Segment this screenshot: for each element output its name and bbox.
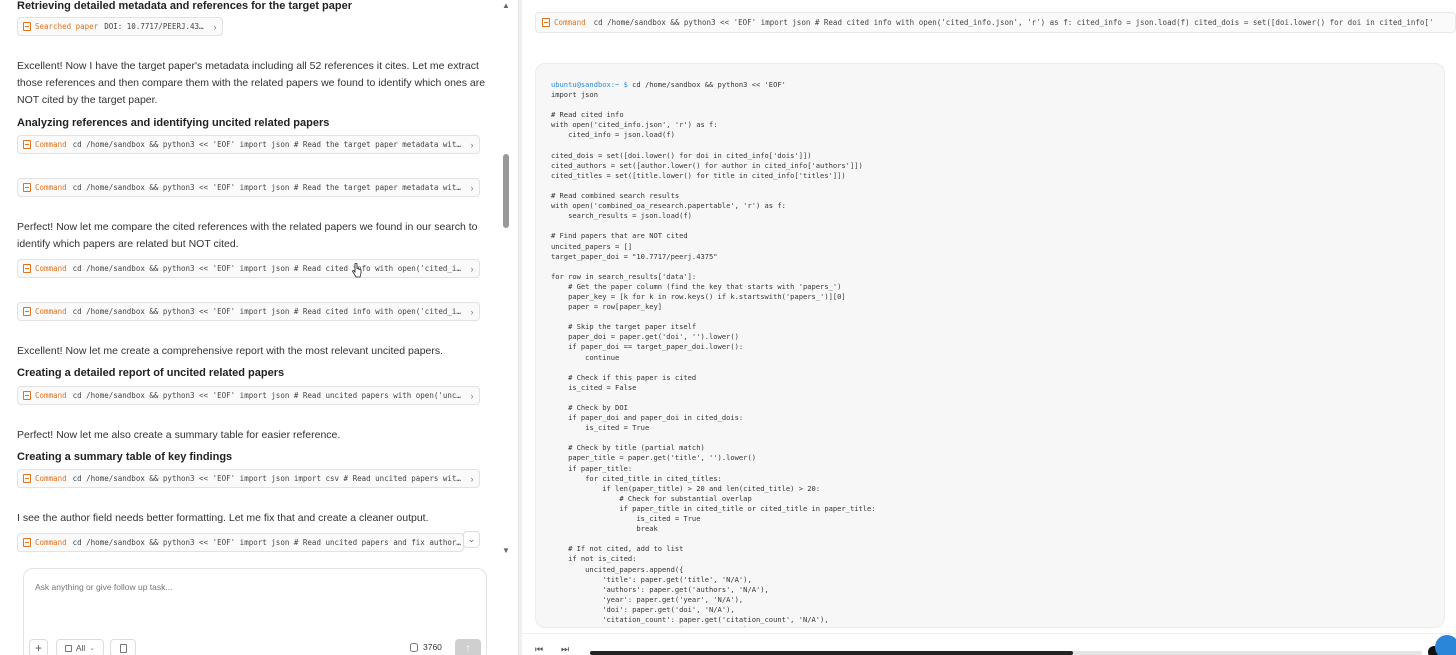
- terminal-icon: [23, 264, 31, 273]
- skip-forward-icon[interactable]: ⏭: [561, 644, 569, 655]
- chat-panel: Retrieving detailed metadata and referen…: [0, 0, 512, 655]
- chip-value: cd /home/sandbox && python3 << 'EOF' imp…: [593, 18, 1434, 27]
- scroll-to-bottom-button[interactable]: ⌄: [463, 531, 480, 548]
- playback-bar: ⏮ ⏭: [522, 633, 1456, 655]
- feed-scrollbar[interactable]: [500, 0, 512, 558]
- follow-up-input[interactable]: [35, 582, 465, 592]
- chip-kind: Command: [554, 18, 586, 27]
- chip-value: cd /home/sandbox && python3 << 'EOF' imp…: [72, 140, 465, 149]
- composer: + All ⌄ 3760 ↑: [23, 568, 487, 655]
- scroll-up-arrow-icon[interactable]: ▲: [502, 2, 510, 10]
- chip-kind: Command: [35, 307, 67, 316]
- command-chip[interactable]: Command cd /home/sandbox && python3 << '…: [17, 135, 480, 154]
- chevron-right-icon: ›: [470, 139, 474, 150]
- add-button[interactable]: +: [29, 639, 48, 655]
- token-count: 3760: [423, 642, 442, 652]
- chevron-right-icon: ›: [470, 263, 474, 274]
- assistant-message: Excellent! Now let me create a comprehen…: [17, 345, 444, 357]
- terminal-icon: [23, 307, 31, 316]
- chip-value: cd /home/sandbox && python3 << 'EOF' imp…: [72, 391, 465, 400]
- assistant-fab-icon[interactable]: [1435, 635, 1456, 655]
- chip-value: cd /home/sandbox && python3 << 'EOF' imp…: [72, 183, 465, 192]
- computer-panel: Command cd /home/sandbox && python3 << '…: [522, 0, 1456, 655]
- command-chip[interactable]: Command cd /home/sandbox && python3 << '…: [17, 302, 480, 321]
- token-counter: 3760: [410, 642, 442, 652]
- searched-paper-chip[interactable]: Searched paper DOI: 10.7717/PEERJ.4375 ›: [17, 17, 223, 36]
- chevron-right-icon: ›: [470, 473, 474, 484]
- chip-kind: Searched paper: [35, 22, 99, 31]
- terminal-code: cd /home/sandbox && python3 << 'EOF' imp…: [551, 80, 876, 627]
- chip-value: cd /home/sandbox && python3 << 'EOF' imp…: [72, 538, 463, 547]
- terminal-icon: [23, 183, 31, 192]
- playback-progress-fill: [590, 651, 1073, 655]
- attach-file-button[interactable]: [110, 639, 136, 655]
- command-chip[interactable]: Command cd /home/sandbox && python3 << '…: [17, 178, 480, 197]
- chip-kind: Command: [35, 183, 67, 192]
- terminal-icon: [23, 474, 31, 483]
- terminal-text: ubuntu@sandbox:~ $ cd /home/sandbox && p…: [551, 80, 876, 627]
- chip-kind: Command: [35, 140, 67, 149]
- step-title: Creating a detailed report of uncited re…: [17, 367, 285, 379]
- scroll-down-arrow-icon[interactable]: ▼: [502, 547, 510, 555]
- terminal-prompt: ubuntu@sandbox:~ $: [551, 80, 628, 89]
- terminal-icon: [23, 538, 31, 547]
- chip-value: DOI: 10.7717/PEERJ.4375: [104, 22, 208, 31]
- chevron-right-icon: ›: [470, 306, 474, 317]
- command-chip[interactable]: Command cd /home/sandbox && python3 << '…: [17, 259, 480, 278]
- send-button[interactable]: ↑: [455, 639, 481, 655]
- step-title: Analyzing references and identifying unc…: [17, 117, 330, 129]
- assistant-message: Excellent! Now I have the target paper's…: [17, 60, 486, 106]
- chip-kind: Command: [35, 391, 67, 400]
- terminal-icon: [23, 391, 31, 400]
- terminal-icon: [542, 18, 550, 27]
- source-select-label: All: [75, 643, 86, 653]
- chip-kind: Command: [35, 264, 67, 273]
- chip-value: cd /home/sandbox && python3 << 'EOF' imp…: [72, 264, 465, 273]
- playback-progress-track[interactable]: [590, 651, 1422, 655]
- scrollbar-thumb[interactable]: [503, 154, 509, 228]
- source-select[interactable]: All ⌄: [56, 639, 104, 655]
- hand-cursor-icon: [352, 263, 362, 278]
- assistant-message: I see the author field needs better form…: [17, 512, 429, 524]
- command-chip[interactable]: Command cd /home/sandbox && python3 << '…: [17, 533, 464, 552]
- terminal-icon: [23, 140, 31, 149]
- assistant-message: Perfect! Now let me also create a summar…: [17, 429, 341, 441]
- chip-value: cd /home/sandbox && python3 << 'EOF' imp…: [72, 474, 465, 483]
- chevron-down-icon: ⌄: [89, 645, 96, 652]
- chip-value: cd /home/sandbox && python3 << 'EOF' imp…: [72, 307, 465, 316]
- chevron-right-icon: ›: [470, 390, 474, 401]
- command-chip[interactable]: Command cd /home/sandbox && python3 << '…: [17, 469, 480, 488]
- terminal-output[interactable]: ubuntu@sandbox:~ $ cd /home/sandbox && p…: [535, 63, 1445, 628]
- command-chip[interactable]: Command cd /home/sandbox && python3 << '…: [17, 386, 480, 405]
- assistant-message: Perfect! Now let me compare the cited re…: [17, 221, 478, 250]
- database-icon: [410, 642, 418, 652]
- chip-kind: Command: [35, 474, 67, 483]
- search-doc-icon: [23, 22, 31, 31]
- file-icon: [119, 643, 127, 653]
- chevron-right-icon: ›: [213, 21, 217, 32]
- step-title: Creating a summary table of key findings: [17, 451, 233, 463]
- current-command-chip[interactable]: Command cd /home/sandbox && python3 << '…: [535, 12, 1456, 33]
- step-title: Retrieving detailed metadata and referen…: [17, 0, 352, 12]
- chevron-right-icon: ›: [470, 182, 474, 193]
- stack-icon: [64, 644, 72, 652]
- chip-kind: Command: [35, 538, 67, 547]
- skip-back-icon[interactable]: ⏮: [535, 644, 543, 655]
- message-feed: Retrieving detailed metadata and referen…: [0, 0, 498, 558]
